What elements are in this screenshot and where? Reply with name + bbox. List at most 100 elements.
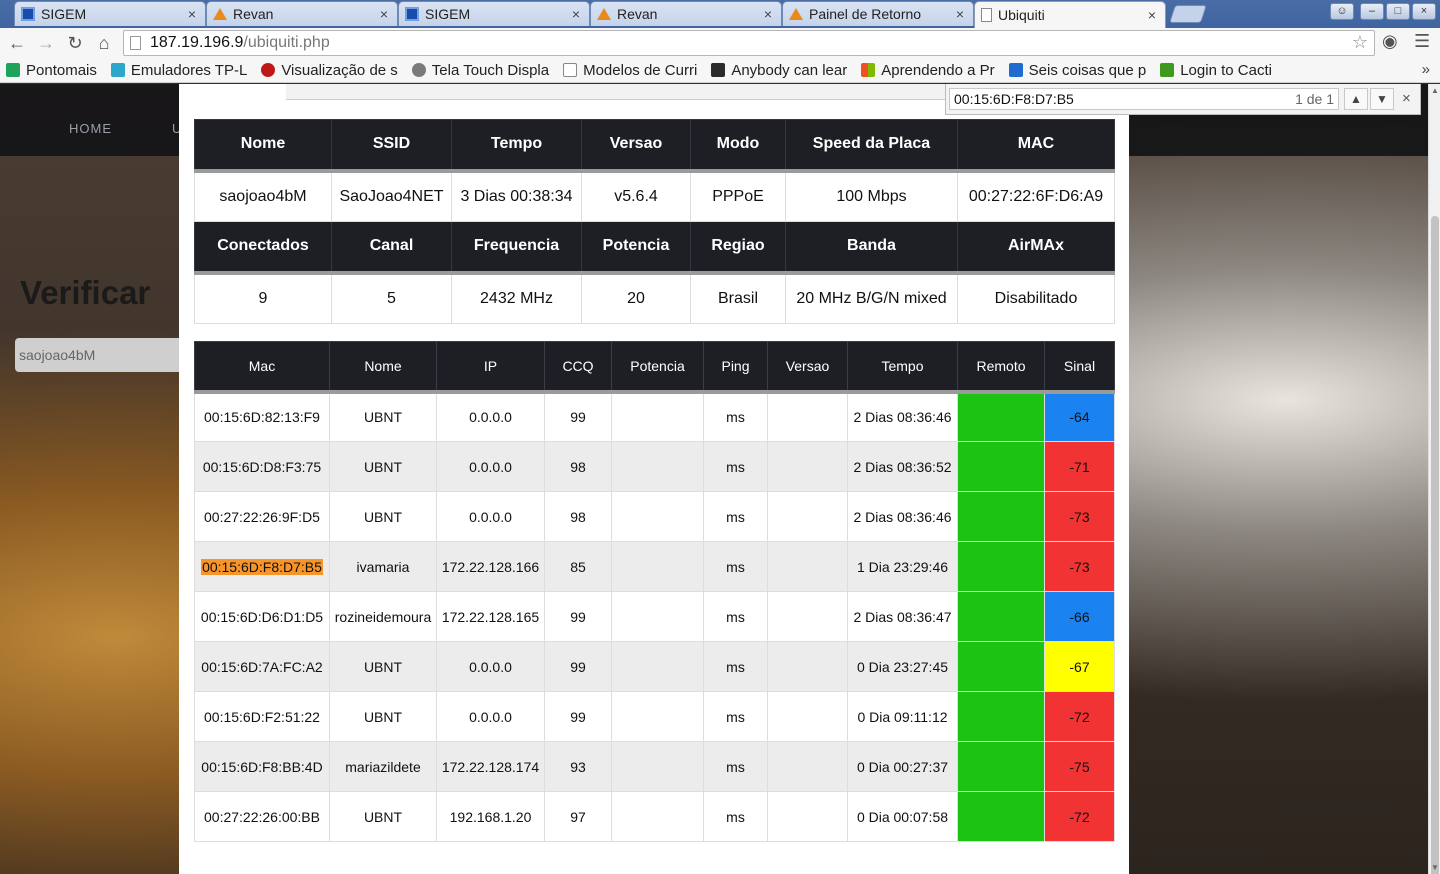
info-header-cell: MAC bbox=[957, 119, 1115, 173]
info-header-cell: Frequencia bbox=[451, 221, 582, 275]
tab-label: Revan bbox=[233, 6, 274, 22]
cell-versao bbox=[767, 541, 848, 592]
cell-sinal: -67 bbox=[1044, 641, 1115, 692]
find-previous-icon[interactable]: ▲ bbox=[1344, 88, 1368, 110]
reload-icon[interactable]: ↻ bbox=[64, 32, 86, 54]
cell-nome: UBNT bbox=[329, 491, 437, 542]
tab-close-icon[interactable]: × bbox=[953, 6, 967, 22]
find-highlight: 00:15:6D:F8:D7:B5 bbox=[201, 558, 323, 575]
menu-icon[interactable]: ☰ bbox=[1414, 31, 1430, 52]
cell-sinal: -71 bbox=[1044, 441, 1115, 492]
find-next-icon[interactable]: ▼ bbox=[1370, 88, 1394, 110]
forward-icon[interactable]: → bbox=[35, 32, 57, 54]
bookmark-label: Emuladores TP-L bbox=[130, 61, 248, 79]
bookmarks-more-icon[interactable]: » bbox=[1422, 61, 1430, 78]
cell-tempo: 2 Dias 08:36:52 bbox=[847, 441, 958, 492]
bookmark-pontomais[interactable]: Pontomais bbox=[6, 62, 97, 79]
bookmark-emuladores[interactable]: Emuladores TP-L bbox=[110, 61, 248, 79]
bookmark-visualizacao[interactable]: Visualização de s bbox=[261, 61, 398, 79]
url-path: /ubiquiti.php bbox=[243, 34, 330, 51]
cell-remoto bbox=[957, 641, 1045, 692]
tab-painel-de-retorno[interactable]: Painel de Retorno × bbox=[782, 1, 974, 26]
info-value-cell: 9 bbox=[194, 272, 332, 324]
column-header-ping: Ping bbox=[703, 341, 768, 394]
bookmark-star-icon[interactable]: ☆ bbox=[1352, 32, 1368, 53]
find-close-icon[interactable]: × bbox=[1402, 90, 1411, 107]
clients-table: Mac Nome IP CCQ Potencia Ping Versao Tem… bbox=[194, 341, 1115, 842]
page-icon bbox=[130, 36, 141, 50]
nav-home-link[interactable]: HOME bbox=[69, 121, 112, 136]
bookmark-aprendendo[interactable]: Aprendendo a Pr bbox=[861, 62, 995, 79]
bookmark-seis-coisas[interactable]: Seis coisas que p bbox=[1008, 62, 1146, 79]
cell-ccq: 99 bbox=[544, 391, 612, 442]
cell-mac: 00:15:6D:D8:F3:75 bbox=[194, 441, 330, 492]
info-header-cell: Nome bbox=[194, 119, 332, 173]
tab-close-icon[interactable]: × bbox=[1145, 7, 1159, 23]
column-header-tempo: Tempo bbox=[847, 341, 958, 394]
cell-ping: ms bbox=[703, 591, 768, 642]
home-icon[interactable]: ⌂ bbox=[93, 32, 115, 54]
bookmark-cacti[interactable]: Login to Cacti bbox=[1160, 62, 1272, 79]
cell-potencia bbox=[611, 491, 704, 542]
device-search-input[interactable]: saojoao4bM bbox=[15, 338, 185, 372]
bookmark-tela-touch[interactable]: Tela Touch Displa bbox=[411, 62, 549, 79]
info-value-cell: saojoao4bM bbox=[194, 170, 332, 222]
code-icon bbox=[711, 63, 726, 77]
tab-close-icon[interactable]: × bbox=[185, 6, 199, 22]
info-value-row: saojoao4bM SaoJoao4NET 3 Dias 00:38:34 v… bbox=[194, 170, 1115, 222]
maximize-icon[interactable]: □ bbox=[1386, 3, 1410, 20]
info-header-cell: Modo bbox=[690, 119, 786, 173]
window-close-icon[interactable]: × bbox=[1412, 3, 1436, 20]
cell-potencia bbox=[611, 391, 704, 442]
page-scrollbar[interactable]: ▲ ▼ bbox=[1428, 84, 1440, 874]
new-tab-button[interactable] bbox=[1169, 5, 1207, 23]
address-bar[interactable]: 187.19.196.9 /ubiquiti.php ☆ bbox=[123, 30, 1375, 56]
cell-versao bbox=[767, 591, 848, 642]
camera-icon[interactable]: ◉ bbox=[1382, 31, 1398, 52]
bookmark-label: Visualização de s bbox=[281, 61, 398, 79]
cell-potencia bbox=[611, 791, 704, 842]
tab-label: SIGEM bbox=[41, 6, 87, 22]
tab-revan-2[interactable]: Revan × bbox=[590, 1, 782, 26]
tab-close-icon[interactable]: × bbox=[761, 6, 775, 22]
info-value-cell: 2432 MHz bbox=[451, 272, 582, 324]
cell-remoto bbox=[957, 391, 1045, 442]
scroll-up-icon[interactable]: ▲ bbox=[1429, 86, 1440, 95]
column-header-ccq: CCQ bbox=[544, 341, 612, 394]
cell-potencia bbox=[611, 541, 704, 592]
info-header-cell: Regiao bbox=[690, 221, 786, 275]
cell-potencia bbox=[611, 441, 704, 492]
info-value-cell: 20 MHz B/G/N mixed bbox=[785, 272, 958, 324]
sigem-icon bbox=[405, 7, 419, 21]
bookmark-anybody[interactable]: Anybody can lear bbox=[711, 62, 847, 79]
tab-close-icon[interactable]: × bbox=[569, 6, 583, 22]
tab-revan-1[interactable]: Revan × bbox=[206, 1, 398, 26]
cell-ip: 0.0.0.0 bbox=[436, 441, 545, 492]
cell-tempo: 0 Dia 09:11:12 bbox=[847, 691, 958, 742]
cell-remoto bbox=[957, 741, 1045, 792]
user-icon[interactable]: ☺ bbox=[1330, 3, 1354, 20]
find-input[interactable]: 00:15:6D:F8:D7:B5 1 de 1 bbox=[949, 88, 1339, 110]
bookmark-label: Anybody can lear bbox=[731, 61, 848, 79]
tab-ubiquiti[interactable]: Ubiquiti × bbox=[974, 1, 1166, 28]
scrollbar-thumb[interactable] bbox=[1431, 216, 1439, 874]
minimize-icon[interactable]: – bbox=[1360, 3, 1384, 20]
cell-ping: ms bbox=[703, 691, 768, 742]
cell-nome: UBNT bbox=[329, 691, 437, 742]
tab-sigem-1[interactable]: SIGEM × bbox=[14, 1, 206, 26]
back-icon[interactable]: ← bbox=[6, 32, 28, 54]
tab-sigem-2[interactable]: SIGEM × bbox=[398, 1, 590, 26]
cell-tempo: 0 Dia 00:07:58 bbox=[847, 791, 958, 842]
page-icon bbox=[981, 8, 992, 22]
column-header-potencia: Potencia bbox=[611, 341, 704, 394]
scroll-down-icon[interactable]: ▼ bbox=[1429, 863, 1440, 872]
bookmark-modelos[interactable]: Modelos de Curri bbox=[563, 62, 697, 79]
cell-nome: ivamaria bbox=[329, 541, 437, 592]
bookmark-label: Modelos de Curri bbox=[583, 61, 698, 79]
column-header-versao: Versao bbox=[767, 341, 848, 394]
cell-nome: UBNT bbox=[329, 641, 437, 692]
modal-header-bar bbox=[286, 84, 966, 100]
tab-close-icon[interactable]: × bbox=[377, 6, 391, 22]
cell-ip: 0.0.0.0 bbox=[436, 691, 545, 742]
info-header-row: Nome SSID Tempo Versao Modo Speed da Pla… bbox=[194, 119, 1115, 173]
